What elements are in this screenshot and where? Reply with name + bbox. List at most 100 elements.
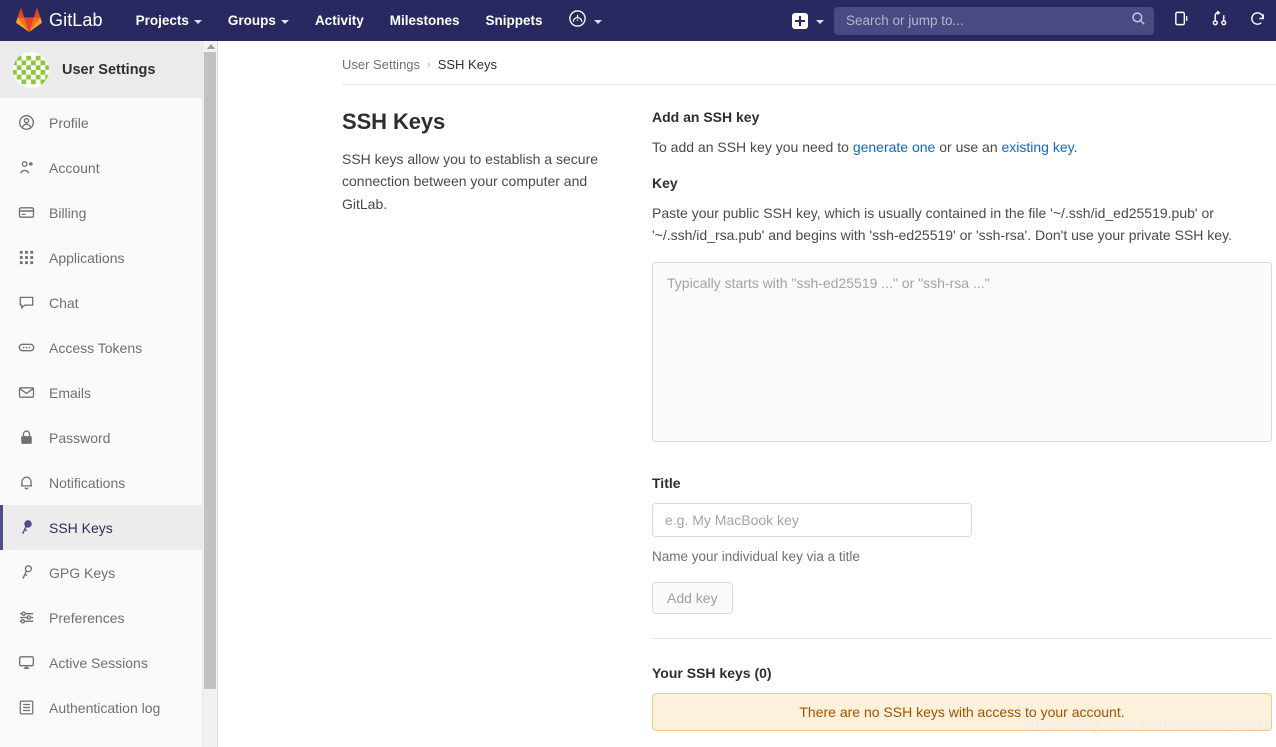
- profile-icon: [18, 114, 35, 131]
- title-field-help: Name your individual key via a title: [652, 549, 860, 565]
- sidebar-item-notifications[interactable]: Notifications: [0, 460, 202, 505]
- key-icon: [18, 519, 35, 536]
- sidebar-item-label: Chat: [49, 294, 79, 311]
- sidebar-item-gpg-keys[interactable]: GPG Keys: [0, 550, 202, 595]
- section-description-column: SSH Keys SSH keys allow you to establish…: [342, 109, 652, 731]
- sliders-icon: [18, 609, 35, 626]
- sidebar-item-label: Account: [49, 159, 100, 176]
- settings-columns: SSH Keys SSH keys allow you to establish…: [219, 85, 1276, 732]
- intro-text-before: To add an SSH key you need to: [652, 139, 853, 155]
- plus-square-icon: [792, 12, 808, 29]
- sidebar-item-applications[interactable]: Applications: [0, 235, 202, 280]
- sidebar-item-ssh-keys[interactable]: SSH Keys: [0, 505, 202, 550]
- title-field-label: Title: [652, 475, 681, 492]
- sidebar-item-label: Applications: [49, 249, 125, 266]
- existing-key-link[interactable]: existing key: [1002, 139, 1074, 155]
- generate-one-link[interactable]: generate one: [853, 139, 936, 155]
- sidebar-item-label: Preferences: [49, 609, 125, 626]
- merge-requests-button[interactable]: [1200, 0, 1238, 41]
- scrollbar-thumb[interactable]: [204, 52, 216, 689]
- search-input[interactable]: [846, 13, 1131, 28]
- sidebar-item-label: Emails: [49, 384, 92, 401]
- sidebar-item-chat[interactable]: Chat: [0, 280, 202, 325]
- sidebar-item-password[interactable]: Password: [0, 415, 202, 460]
- sidebar-item-profile[interactable]: Profile: [0, 100, 202, 145]
- main-content: User Settings › SSH Keys SSH Keys SSH ke…: [219, 41, 1276, 747]
- new-item-button[interactable]: [788, 0, 834, 41]
- sidebar-item-authentication-log[interactable]: Authentication log: [0, 685, 202, 730]
- sidebar-item-label: Authentication log: [49, 699, 161, 716]
- sidebar-item-emails[interactable]: Emails: [0, 370, 202, 415]
- sidebar-item-label: Password: [49, 429, 111, 446]
- sidebar-item-label: SSH Keys: [49, 519, 113, 536]
- scroll-up-arrow-icon[interactable]: [207, 44, 215, 49]
- breadcrumb-current: SSH Keys: [437, 57, 497, 72]
- bell-icon: [18, 474, 35, 491]
- chevron-down-icon: [816, 19, 824, 24]
- help-menu-button[interactable]: [556, 0, 611, 41]
- sidebar-item-access-tokens[interactable]: Access Tokens: [0, 325, 202, 370]
- gitlab-brand[interactable]: GitLab: [16, 8, 103, 33]
- sidebar-item-label: Access Tokens: [49, 339, 143, 356]
- search-icon: [1131, 11, 1146, 31]
- breadcrumb-parent[interactable]: User Settings: [342, 57, 420, 72]
- settings-sidebar: User Settings Profile Account Billing Ap…: [0, 41, 203, 747]
- nav-milestones[interactable]: Milestones: [377, 0, 473, 41]
- breadcrumb-separator: ›: [427, 58, 431, 71]
- ssh-key-form-column: Add an SSH key To add an SSH key you nee…: [652, 109, 1272, 732]
- issues-button[interactable]: [1162, 0, 1200, 41]
- merge-requests-icon: [1211, 10, 1228, 32]
- primary-nav: Projects Groups Activity Milestones Snip…: [123, 0, 611, 41]
- sidebar-item-active-sessions[interactable]: Active Sessions: [0, 640, 202, 685]
- your-ssh-keys-heading: Your SSH keys (0): [652, 665, 772, 682]
- add-key-intro: To add an SSH key you need to generate o…: [652, 137, 1272, 159]
- sidebar-item-account[interactable]: Account: [0, 145, 202, 190]
- todos-icon: [1249, 10, 1266, 32]
- account-icon: [18, 159, 35, 176]
- log-list-icon: [18, 699, 35, 716]
- intro-text-middle: or use an: [935, 139, 1002, 155]
- sidebar-item-label: Billing: [49, 204, 87, 221]
- key-field-label: Key: [652, 174, 678, 191]
- todos-button[interactable]: [1238, 0, 1276, 41]
- add-key-button[interactable]: Add key: [652, 582, 733, 615]
- chevron-down-icon: [280, 19, 289, 24]
- applications-grid-icon: [18, 249, 35, 266]
- key-icon: [18, 564, 35, 581]
- chevron-down-icon: [193, 19, 202, 24]
- search-box[interactable]: [834, 6, 1154, 35]
- monitor-icon: [18, 654, 35, 671]
- sidebar-header-title: User Settings: [62, 61, 156, 78]
- sidebar-item-label: Active Sessions: [49, 654, 148, 671]
- sidebar-header[interactable]: User Settings: [0, 41, 202, 98]
- navbar-right: [788, 0, 1276, 41]
- breadcrumb: User Settings › SSH Keys: [219, 41, 1276, 72]
- sidebar-nav-list: Profile Account Billing Applications Cha…: [0, 98, 202, 730]
- top-navbar: GitLab Projects Groups Activity Mileston…: [0, 0, 1276, 41]
- issues-icon: [1173, 10, 1190, 32]
- sidebar-item-label: Profile: [49, 114, 89, 131]
- key-field-help: Paste your public SSH key, which is usua…: [652, 204, 1232, 243]
- sidebar-scrollbar[interactable]: [203, 41, 218, 747]
- page-title: SSH Keys: [342, 109, 446, 134]
- credit-card-icon: [18, 204, 35, 221]
- chevron-down-icon: [593, 19, 602, 24]
- intro-text-after: .: [1073, 139, 1078, 155]
- nav-projects[interactable]: Projects: [123, 0, 215, 41]
- lock-icon: [18, 429, 35, 446]
- nav-activity[interactable]: Activity: [302, 0, 377, 41]
- gitlab-brand-name: GitLab: [49, 10, 103, 30]
- sidebar-item-billing[interactable]: Billing: [0, 190, 202, 235]
- title-input[interactable]: [652, 503, 972, 538]
- chat-bubble-icon: [18, 294, 35, 311]
- sidebar-item-preferences[interactable]: Preferences: [0, 595, 202, 640]
- nav-groups[interactable]: Groups: [215, 0, 302, 41]
- gitlab-tanuki-logo-icon: [16, 8, 42, 33]
- nav-snippets[interactable]: Snippets: [473, 0, 556, 41]
- ssh-key-textarea[interactable]: [652, 262, 1272, 443]
- token-icon: [18, 339, 35, 356]
- watermark: https://blog.csdn.net/ZCShouCSDN: [1022, 717, 1268, 734]
- add-ssh-key-heading: Add an SSH key: [652, 109, 760, 125]
- envelope-icon: [18, 384, 35, 401]
- help-circle-icon: [568, 9, 587, 33]
